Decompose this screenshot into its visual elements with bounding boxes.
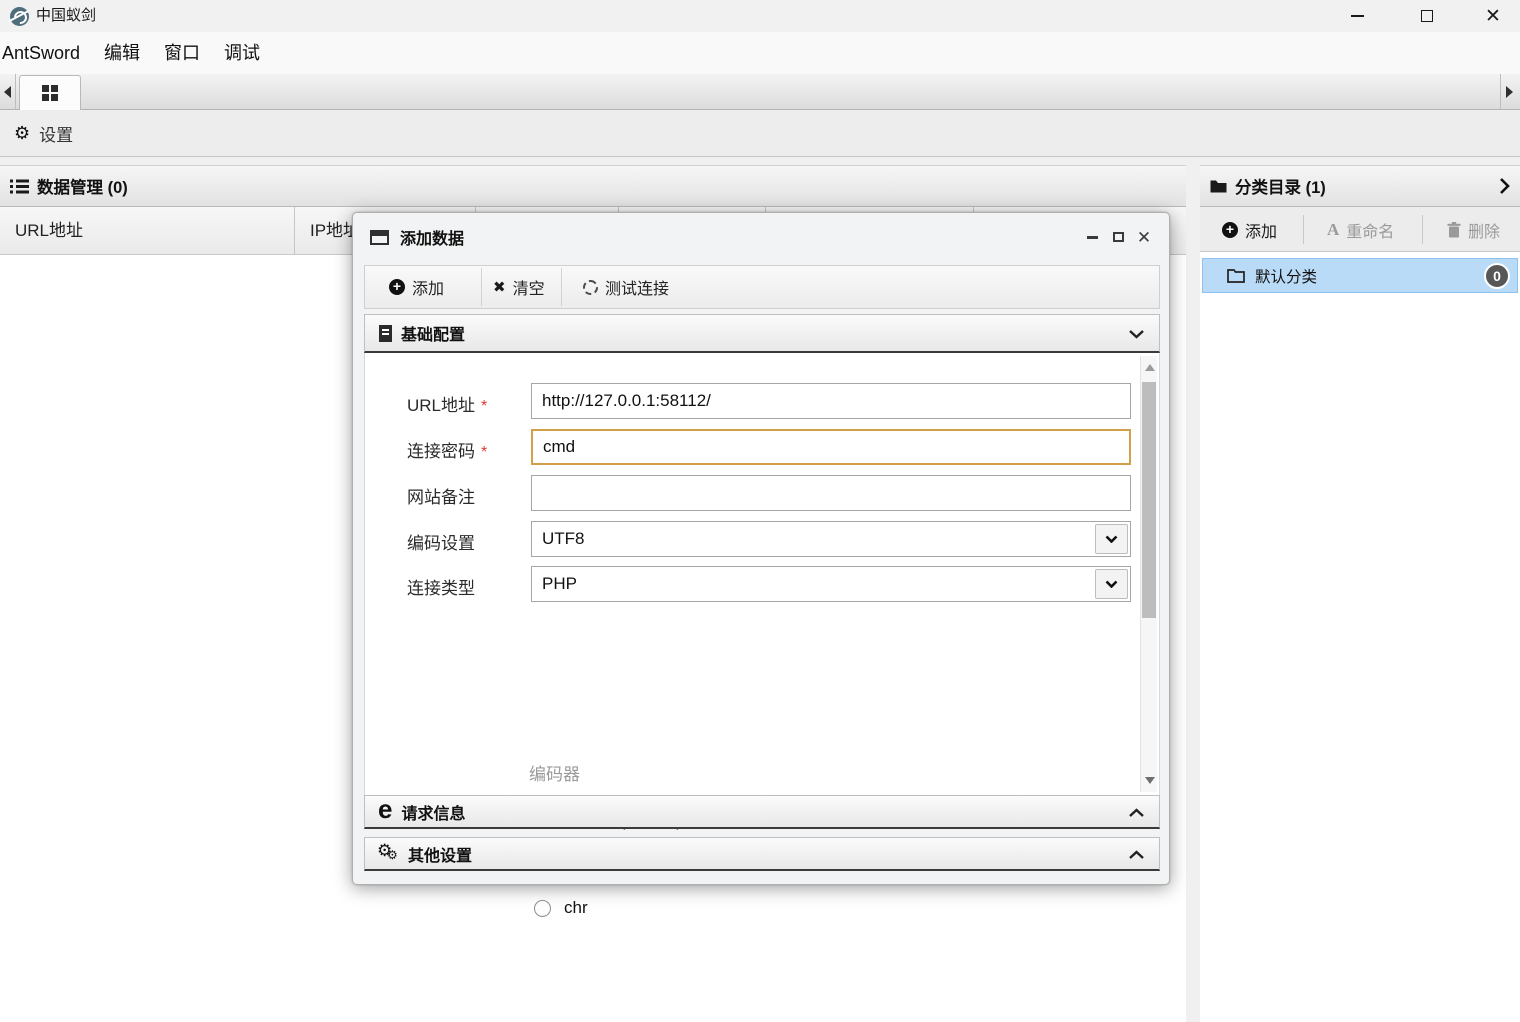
rename-icon: A <box>1327 219 1340 239</box>
gears-icon: ⚙ ⚙ <box>377 840 398 862</box>
category-panel-header: 分类目录 (1) <box>1200 165 1520 207</box>
category-item-default[interactable]: 默认分类 0 <box>1202 258 1518 293</box>
category-add-button[interactable]: + 添加 <box>1222 207 1277 252</box>
menu-edit[interactable]: 编辑 <box>92 32 152 74</box>
section-other-settings[interactable]: ⚙ ⚙ 其他设置 <box>364 837 1160 871</box>
menu-bar: AntSword 编辑 窗口 调试 <box>0 32 1520 74</box>
menu-window[interactable]: 窗口 <box>152 32 212 74</box>
category-rename-button[interactable]: A 重命名 <box>1327 207 1394 252</box>
connection-type-label: 连接类型 <box>407 579 475 598</box>
note-input[interactable] <box>531 475 1131 511</box>
dialog-clear-button[interactable]: ✖ 清空 <box>493 266 545 308</box>
dialog-minimize-button[interactable] <box>1079 213 1105 261</box>
chevron-right-icon <box>1500 178 1510 194</box>
grid-icon <box>42 85 58 101</box>
chevron-down-icon <box>1128 329 1145 339</box>
window-maximize-button[interactable] <box>1410 0 1444 32</box>
encoder-label: 编码器 <box>529 765 580 784</box>
folder-outline-icon <box>1227 269 1245 283</box>
titlebar: 中国蚁剑 ✕ <box>0 0 1520 32</box>
dialog-maximize-button[interactable] <box>1105 213 1131 261</box>
scroll-down-icon[interactable] <box>1145 777 1155 784</box>
maximize-icon <box>1421 10 1433 22</box>
trash-icon <box>1447 221 1461 237</box>
section-basic-config[interactable]: 基础配置 <box>364 314 1160 353</box>
close-icon: ✕ <box>1485 5 1501 27</box>
basic-config-form: URL地址* 连接密码* 网站备注 编码设置 UTF8 连接类型 PHP 编码器… <box>364 353 1160 917</box>
password-label: 连接密码 * <box>407 442 488 461</box>
category-delete-button[interactable]: 删除 <box>1447 207 1500 252</box>
x-icon: ✖ <box>493 279 506 296</box>
tab-bar <box>0 74 1520 110</box>
category-item-label: 默认分类 <box>1255 268 1318 286</box>
request-icon: e <box>378 793 393 824</box>
dialog-close-button[interactable]: ✕ <box>1131 213 1157 261</box>
chevron-down-icon <box>1105 580 1118 588</box>
settings-label: 设置 <box>39 125 74 145</box>
form-scrollbar[interactable] <box>1140 356 1157 792</box>
encoding-select[interactable]: UTF8 <box>531 521 1131 557</box>
arrow-right-icon <box>1506 86 1513 98</box>
tab-home[interactable] <box>19 75 81 110</box>
dialog-titlebar[interactable]: 添加数据 ✕ <box>353 213 1169 261</box>
chevron-down-icon <box>1105 535 1118 543</box>
tab-scroll-left-button[interactable] <box>0 74 16 110</box>
document-icon <box>379 324 392 342</box>
close-icon: ✕ <box>1136 227 1152 247</box>
encoding-label: 编码设置 <box>407 534 475 553</box>
connection-type-select[interactable]: PHP <box>531 566 1131 602</box>
folder-icon <box>1210 180 1227 193</box>
arrow-left-icon <box>4 86 11 98</box>
settings-bar[interactable]: ⚙ 设置 <box>0 110 1520 157</box>
select-dropdown-button[interactable] <box>1095 524 1128 554</box>
url-input[interactable] <box>531 383 1131 419</box>
encoder-option-chr[interactable]: chr <box>534 898 588 918</box>
minimize-icon <box>1086 235 1098 239</box>
category-toolbar: + 添加 A 重命名 删除 <box>1200 207 1520 252</box>
scrollbar-thumb[interactable] <box>1142 382 1156 618</box>
url-label: URL地址 * <box>407 396 488 415</box>
add-data-dialog: 添加数据 ✕ + 添加 ✖ 清空 测试连接 基础配置 URL地址* 连接密码* <box>352 212 1170 917</box>
list-icon <box>10 179 29 193</box>
spinner-icon <box>583 279 598 295</box>
select-dropdown-button[interactable] <box>1095 569 1128 599</box>
minimize-icon <box>1350 15 1364 17</box>
plus-circle-icon: + <box>1222 221 1238 238</box>
gear-icon: ⚙ <box>14 122 31 143</box>
window-icon <box>370 229 389 245</box>
menu-antsword[interactable]: AntSword <box>0 32 92 74</box>
data-manager-title: 数据管理 (0) <box>37 179 128 197</box>
panel-collapse-button[interactable] <box>1499 177 1510 195</box>
plus-circle-icon: + <box>389 279 405 295</box>
chevron-up-icon <box>1128 850 1145 860</box>
window-title: 中国蚁剑 <box>36 7 97 24</box>
category-panel-title: 分类目录 (1) <box>1235 179 1326 197</box>
dialog-toolbar: + 添加 ✖ 清空 测试连接 <box>364 265 1160 309</box>
dialog-test-connection-button[interactable]: 测试连接 <box>583 266 669 308</box>
category-panel: 分类目录 (1) + 添加 A 重命名 删除 默认分类 0 <box>1200 165 1520 1022</box>
dialog-title: 添加数据 <box>400 231 465 248</box>
category-count-badge: 0 <box>1484 263 1510 289</box>
section-request-info[interactable]: e 请求信息 <box>364 795 1160 829</box>
tab-scroll-right-button[interactable] <box>1500 74 1518 110</box>
required-asterisk: * <box>481 398 488 415</box>
note-label: 网站备注 <box>407 488 475 507</box>
scroll-up-icon[interactable] <box>1145 364 1155 371</box>
required-asterisk: * <box>481 444 488 461</box>
password-input[interactable] <box>531 429 1131 465</box>
window-close-button[interactable]: ✕ <box>1476 0 1510 32</box>
window-minimize-button[interactable] <box>1340 0 1374 32</box>
dialog-add-button[interactable]: + 添加 <box>389 266 444 308</box>
column-header-url[interactable]: URL地址 <box>0 207 295 255</box>
data-manager-header: 数据管理 (0) <box>0 165 1186 207</box>
chevron-up-icon <box>1128 808 1145 818</box>
maximize-icon <box>1112 232 1124 242</box>
radio-icon <box>534 899 551 917</box>
app-logo-icon <box>10 7 29 26</box>
menu-debug[interactable]: 调试 <box>212 32 272 74</box>
